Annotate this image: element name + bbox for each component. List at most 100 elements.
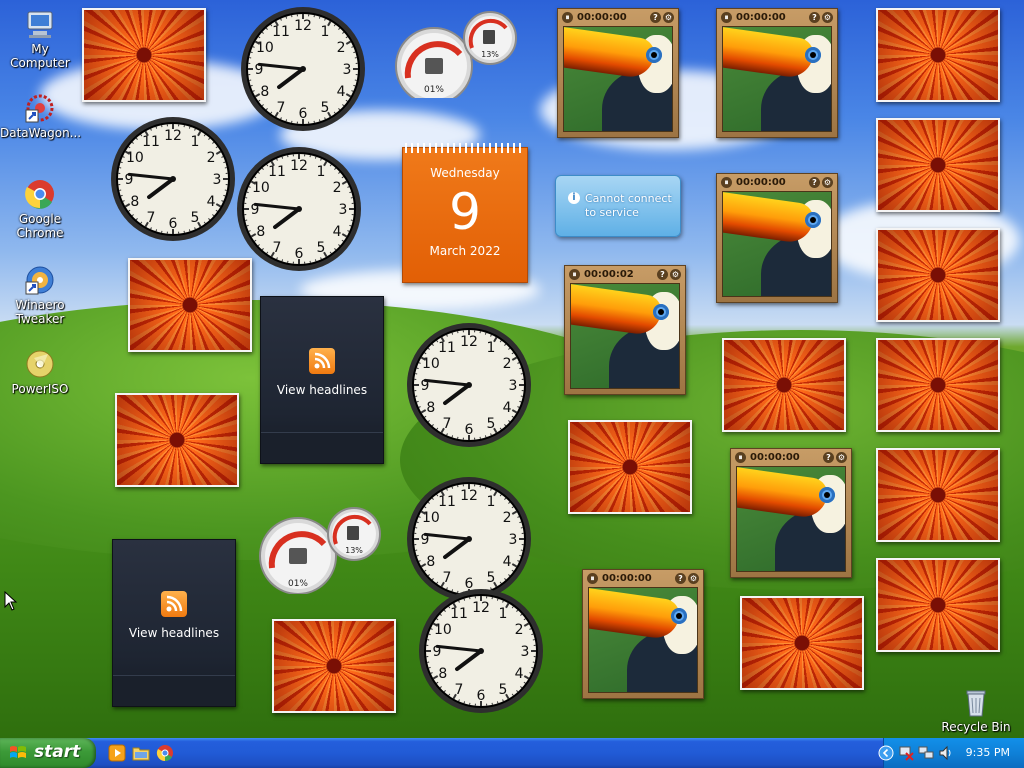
toucan-photo — [736, 466, 846, 572]
slideshow-gadget[interactable]: ⏸ 00:00:00? ⚙ — [730, 448, 852, 578]
calendar-rings — [405, 143, 525, 153]
clock-numeral: 3 — [339, 202, 348, 218]
slideshow-gadget[interactable]: ⏸ 00:00:02? ⚙ — [564, 265, 686, 395]
clock-tick — [314, 156, 317, 159]
clock-numeral: 2 — [337, 40, 346, 56]
help-icon[interactable]: ? — [650, 12, 661, 23]
picture-frame-gadget[interactable] — [876, 8, 1000, 102]
clock-numeral: 8 — [260, 84, 269, 100]
clock-gadget[interactable]: 1234567891011 12 — [240, 6, 366, 132]
picture-frame-gadget[interactable] — [876, 118, 1000, 212]
clock-numeral: 1 — [487, 494, 496, 510]
memory-percent: 13% — [345, 546, 363, 555]
feed-headlines-gadget[interactable]: View headlines — [260, 296, 384, 464]
pause-icon[interactable]: ⏸ — [569, 269, 580, 280]
desktop-icon-datawagon[interactable]: DataWagon... — [0, 92, 81, 140]
start-button[interactable]: start — [0, 738, 96, 768]
picture-frame-gadget[interactable] — [876, 448, 1000, 542]
desktop-icon-recycle-bin[interactable]: Recycle Bin — [936, 686, 1016, 734]
calendar-gadget[interactable]: Wednesday 9 March 2022 — [402, 143, 528, 283]
settings-icon[interactable]: ⚙ — [836, 452, 847, 463]
clock-gadget[interactable]: 1234567891011 12 — [406, 322, 532, 448]
clock-numeral: 4 — [207, 194, 216, 210]
slideshow-gadget[interactable]: ⏸ 00:00:00? ⚙ — [716, 173, 838, 303]
slideshow-gadget[interactable]: ⏸ 00:00:00? ⚙ — [557, 8, 679, 138]
clock-numeral: 2 — [333, 180, 342, 196]
picture-frame-gadget[interactable] — [128, 258, 252, 352]
picture-frame-gadget[interactable] — [876, 228, 1000, 322]
clock-gadget[interactable]: 1234567891011 12 — [236, 146, 362, 272]
cpu-meter-gadget[interactable]: 01% 13% — [394, 8, 520, 98]
start-label: start — [34, 742, 81, 762]
volume-icon[interactable] — [938, 745, 954, 761]
cpu-icon — [289, 548, 307, 564]
help-icon[interactable]: ? — [657, 269, 668, 280]
network-icon[interactable] — [918, 745, 934, 761]
weather-gadget[interactable]: i Cannot connect to service — [555, 175, 681, 237]
picture-frame-gadget[interactable] — [876, 338, 1000, 432]
picture-frame-gadget[interactable] — [722, 338, 846, 432]
clock-tick — [120, 161, 123, 164]
clock-tick — [519, 367, 522, 370]
clock-tick — [531, 666, 534, 669]
clock-gadget[interactable]: 1234567891011 12 — [110, 116, 236, 242]
picture-frame-gadget[interactable] — [272, 619, 396, 713]
media-player-icon[interactable] — [108, 744, 126, 762]
settings-icon[interactable]: ⚙ — [663, 12, 674, 23]
clock-gadget[interactable]: 1234567891011 12 — [418, 588, 544, 714]
clock-tick — [314, 259, 317, 262]
pause-icon[interactable]: ⏸ — [735, 452, 746, 463]
clock-numeral: 1 — [487, 340, 496, 356]
help-icon[interactable]: ? — [809, 177, 820, 188]
settings-icon[interactable]: ⚙ — [822, 12, 833, 23]
picture-frame-gadget[interactable] — [876, 558, 1000, 652]
picture-frame-gadget[interactable] — [82, 8, 206, 102]
pause-icon[interactable]: ⏸ — [562, 12, 573, 23]
slideshow-timer: 00:00:00 — [602, 573, 652, 584]
cpu-meter-gadget[interactable]: 01% 13% — [258, 504, 384, 594]
picture-frame-gadget[interactable] — [115, 393, 239, 487]
help-icon[interactable]: ? — [809, 12, 820, 23]
desktop-icon-my-computer[interactable]: My Computer — [0, 8, 80, 70]
desktop-icon-poweriso[interactable]: PowerISO — [0, 348, 80, 396]
clock-numeral: 4 — [503, 554, 512, 570]
clock-numeral: 11 — [272, 24, 290, 40]
network-disconnected-icon[interactable] — [898, 745, 914, 761]
chevron-left-icon[interactable] — [878, 745, 894, 761]
settings-icon[interactable]: ⚙ — [822, 177, 833, 188]
cpu-icon — [425, 58, 443, 74]
clock-tick — [223, 161, 226, 164]
clock-tick — [318, 119, 321, 122]
memory-icon — [347, 526, 359, 540]
explorer-icon[interactable] — [132, 744, 150, 762]
desktop-icon-winaero-tweaker[interactable]: Winaero Tweaker — [0, 264, 80, 326]
settings-icon[interactable]: ⚙ — [670, 269, 681, 280]
desktop-icon-label: My Computer — [10, 42, 70, 70]
desktop-icon-google-chrome[interactable]: Google Chrome — [0, 178, 80, 240]
rss-icon — [161, 591, 187, 617]
cpu-percent: 01% — [424, 85, 444, 95]
settings-icon[interactable]: ⚙ — [688, 573, 699, 584]
clock-numeral: 3 — [521, 644, 530, 660]
view-headlines-link[interactable]: View headlines — [113, 626, 235, 640]
clock-tick — [281, 259, 284, 262]
clock-tick — [223, 194, 226, 197]
memory-percent: 13% — [481, 50, 499, 59]
chrome-icon[interactable] — [156, 744, 174, 762]
clock-tick — [155, 229, 158, 232]
view-headlines-link[interactable]: View headlines — [261, 383, 383, 397]
clock-numeral: 12 — [472, 600, 490, 616]
clock-gadget[interactable]: 1234567891011 12 — [406, 476, 532, 602]
slideshow-gadget[interactable]: ⏸ 00:00:00? ⚙ — [716, 8, 838, 138]
picture-frame-gadget[interactable] — [568, 420, 692, 514]
pause-icon[interactable]: ⏸ — [721, 177, 732, 188]
clock-numeral: 8 — [438, 666, 447, 682]
help-icon[interactable]: ? — [823, 452, 834, 463]
help-icon[interactable]: ? — [675, 573, 686, 584]
pause-icon[interactable]: ⏸ — [587, 573, 598, 584]
pause-icon[interactable]: ⏸ — [721, 12, 732, 23]
picture-frame-gadget[interactable] — [740, 596, 864, 690]
taskbar-clock[interactable]: 9:35 PM — [966, 746, 1010, 759]
slideshow-gadget[interactable]: ⏸ 00:00:00? ⚙ — [582, 569, 704, 699]
feed-headlines-gadget[interactable]: View headlines — [112, 539, 236, 707]
